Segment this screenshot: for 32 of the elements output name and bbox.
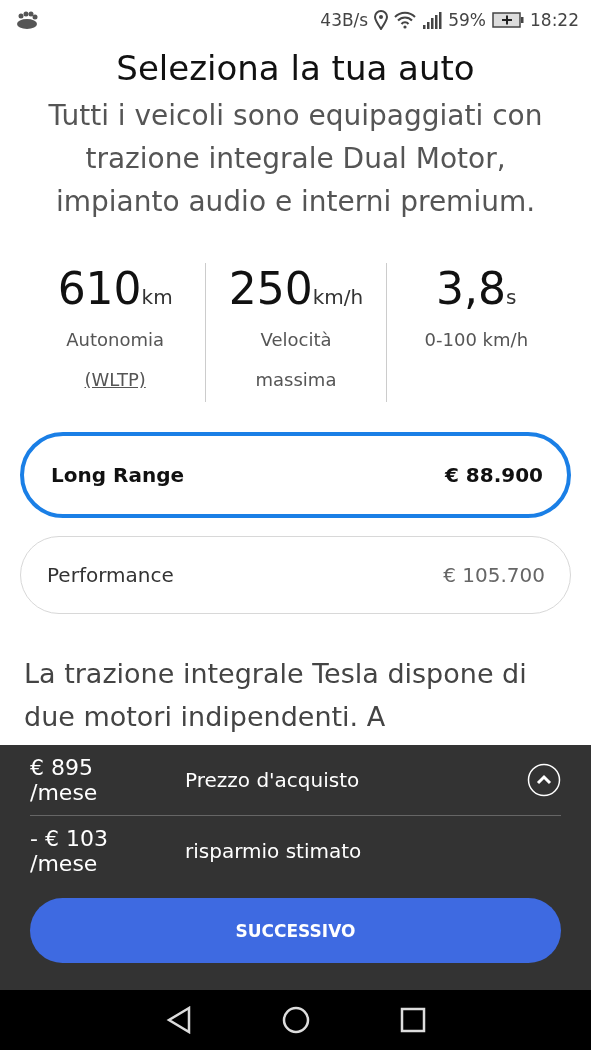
monthly-amount: € 895 /mese [30,755,99,805]
battery-icon [492,12,524,28]
variant-name: Long Range [51,463,185,487]
stat-value: 610km [57,263,173,314]
variant-price: € 105.700 [443,563,545,587]
amount-label: Prezzo d'acquisto [185,768,361,792]
location-icon [374,10,389,30]
next-button[interactable]: SUCCESSIVO [30,898,561,963]
battery-percent: 59% [448,10,486,30]
stat-label: Autonomia [65,328,166,352]
signal-icon [422,11,443,29]
monthly-amount: - € 103 /mese [30,826,109,876]
wifi-icon [394,11,417,29]
recents-icon[interactable] [399,1007,426,1033]
back-icon[interactable] [165,1006,192,1034]
variant-price: € 88.900 [444,463,543,487]
paw-icon [14,10,40,30]
stat-label: 0-100 km/h [423,328,530,352]
description: La trazione integrale Tesla dispone di due motori indipendenti. A [24,657,528,734]
stat-value: 3,8s [436,263,517,314]
subtitle: Tutti i veicoli sono equipaggiati con trazione integrale Dual Motor, impianto audio e interni premium. [47,98,544,220]
stat-value: 250km/h [228,263,364,314]
wltp-link[interactable]: (WLTP) [84,360,146,400]
network-speed: 43B/s [320,10,369,30]
variant-name: Performance [47,563,174,587]
home-icon[interactable] [281,1006,310,1034]
amount-label: risparmio stimato [185,839,363,863]
page-title: Seleziona la tua auto [115,48,476,88]
clock-time: 18:22 [530,10,579,30]
variant-option[interactable]: Long Range € 88.900 [20,432,571,518]
chevron-up-icon[interactable] [527,763,561,797]
stat-label: Velocità massima [254,328,338,392]
